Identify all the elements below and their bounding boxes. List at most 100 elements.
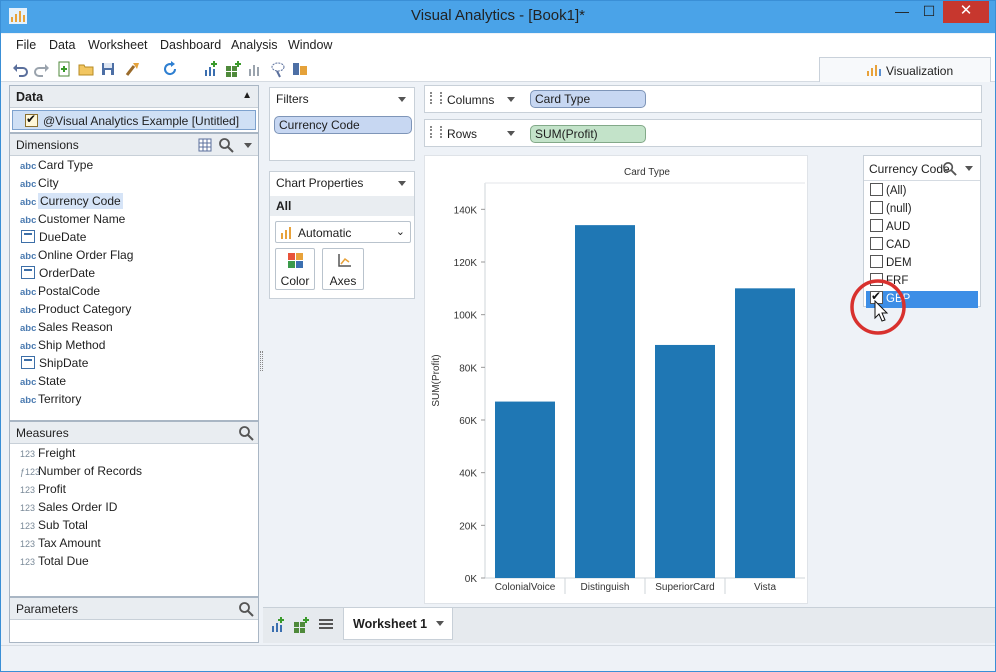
checkbox[interactable]	[870, 219, 883, 232]
marks-all-tab[interactable]: All	[270, 196, 414, 216]
parameters-search-icon[interactable]	[238, 601, 254, 617]
new-sheet-icon[interactable]	[270, 617, 286, 633]
mark-type-select[interactable]: Automatic ⌄	[275, 221, 411, 243]
field-item[interactable]: abc Currency Code	[20, 193, 123, 212]
field-item[interactable]: abc Card Type	[20, 158, 93, 176]
field-label: Total Due	[38, 554, 89, 568]
field-item[interactable]: ShipDate	[20, 356, 88, 374]
maximize-button[interactable]: ☐	[916, 1, 942, 23]
checkbox[interactable]	[870, 255, 883, 268]
currency-option[interactable]: (All)	[870, 183, 906, 199]
x-tick-label: SuperiorCard	[655, 582, 714, 593]
filter-search-icon[interactable]	[942, 161, 957, 176]
x-tick-label: Vista	[754, 582, 776, 593]
y-tick-label: 80K	[459, 363, 477, 374]
new-worksheet-icon[interactable]	[202, 60, 220, 78]
format-brush-icon[interactable]	[124, 60, 142, 78]
chart-icon[interactable]	[246, 60, 264, 78]
undo-icon[interactable]	[11, 60, 29, 78]
measures-title: Measures	[10, 422, 258, 444]
chart-area: Card Type SUM(Profit) 0K 20K 40K 60K 80K 100K 12…	[424, 155, 808, 604]
field-item[interactable]: DueDate	[20, 230, 86, 248]
field-item[interactable]: 123 Tax Amount	[20, 536, 101, 554]
measures-search-icon[interactable]	[238, 425, 254, 441]
field-item[interactable]: 123 Freight	[20, 446, 75, 464]
menu-analysis[interactable]: Analysis	[231, 38, 278, 52]
color-button[interactable]: Color	[275, 248, 315, 290]
menu-worksheet[interactable]: Worksheet	[88, 38, 148, 52]
string-type-icon: abc	[20, 215, 37, 226]
table-view-icon[interactable]	[198, 138, 212, 152]
mouse-cursor-icon	[874, 300, 889, 322]
field-label: Card Type	[38, 158, 94, 172]
field-item[interactable]: abc Ship Method	[20, 338, 105, 356]
filters-menu-arrow[interactable]	[398, 97, 406, 102]
refresh-icon[interactable]	[161, 60, 179, 78]
open-folder-icon[interactable]	[77, 60, 95, 78]
worksheet-tab-arrow[interactable]	[436, 621, 444, 626]
menu-data[interactable]: Data	[49, 38, 75, 52]
columns-pill-card-type[interactable]: Card Type	[530, 90, 646, 108]
search-icon[interactable]	[218, 137, 234, 153]
checkbox[interactable]	[870, 201, 883, 214]
field-item[interactable]: abc City	[20, 176, 59, 194]
columns-dropdown-arrow[interactable]	[507, 97, 515, 102]
field-item[interactable]: 123 Sales Order ID	[20, 500, 117, 518]
x-tick-label: Distinguish	[581, 582, 630, 593]
dimensions-panel: Dimensions abc Card Type abc City abc Currenc…	[9, 133, 259, 421]
save-icon[interactable]	[99, 60, 117, 78]
y-tick-label: 100K	[454, 311, 478, 322]
data-source-item[interactable]: @Visual Analytics Example [Untitled]	[12, 110, 256, 130]
field-item[interactable]: abc State	[20, 374, 66, 392]
sheet-list-icon[interactable]	[318, 618, 334, 632]
rows-shelf[interactable]: Rows SUM(Profit)	[424, 119, 982, 147]
new-dashboard-icon[interactable]	[224, 60, 242, 78]
filter-menu-arrow[interactable]	[965, 166, 973, 171]
data-source-label: @Visual Analytics Example [Untitled]	[43, 114, 240, 128]
lasso-select-icon[interactable]	[269, 60, 287, 78]
visualization-tab[interactable]: Visualization	[819, 57, 991, 82]
dimensions-menu-arrow[interactable]	[244, 143, 252, 148]
new-dashboard-tab-icon[interactable]	[293, 617, 309, 633]
sort-arrows-icon[interactable]: ▲	[242, 90, 252, 101]
field-item[interactable]: 123 Total Due	[20, 554, 89, 572]
sheet-tab-strip: Worksheet 1	[263, 607, 995, 643]
presentation-icon[interactable]	[291, 60, 309, 78]
field-item[interactable]: OrderDate	[20, 266, 95, 284]
field-item[interactable]: 123 Sub Total	[20, 518, 88, 536]
app-window: Visual Analytics - [Book1]* — ☐ ✕ File D…	[0, 0, 996, 672]
filters-title: Filters	[270, 88, 414, 110]
minimize-button[interactable]: —	[889, 1, 915, 23]
new-icon[interactable]	[55, 60, 73, 78]
rows-pill-sum-profit[interactable]: SUM(Profit)	[530, 125, 646, 143]
menu-file[interactable]: File	[16, 38, 36, 52]
data-panel-title: Data	[10, 86, 258, 108]
field-item[interactable]: abc Sales Reason	[20, 320, 113, 338]
columns-shelf[interactable]: Columns Card Type	[424, 85, 982, 113]
worksheet-tab[interactable]: Worksheet 1	[343, 608, 453, 640]
currency-option[interactable]: CAD	[870, 237, 910, 253]
currency-option[interactable]: DEM	[870, 255, 912, 271]
field-item[interactable]: abc Product Category	[20, 302, 131, 320]
field-item[interactable]: 123 Profit	[20, 482, 66, 500]
filter-pill-currency-code[interactable]: Currency Code	[274, 116, 412, 134]
checkbox[interactable]	[870, 237, 883, 250]
field-item[interactable]: abc Customer Name	[20, 212, 125, 230]
checkbox[interactable]	[870, 183, 883, 196]
axes-button[interactable]: Axes	[322, 248, 364, 290]
field-item[interactable]: abc PostalCode	[20, 284, 100, 302]
close-button[interactable]: ✕	[943, 1, 989, 23]
field-item[interactable]: abc Territory	[20, 392, 81, 410]
rows-dropdown-arrow[interactable]	[507, 131, 515, 136]
menu-dashboard[interactable]: Dashboard	[160, 38, 221, 52]
field-item[interactable]: abc Online Order Flag	[20, 248, 133, 266]
field-item[interactable]: ƒ123Number of Records	[20, 464, 142, 482]
number-type-icon: 123	[20, 449, 36, 459]
currency-option[interactable]: (null)	[870, 201, 912, 217]
bar	[575, 225, 635, 578]
currency-option[interactable]: AUD	[870, 219, 910, 235]
panel-splitter[interactable]	[260, 351, 263, 371]
chart-properties-menu-arrow[interactable]	[398, 181, 406, 186]
redo-icon[interactable]	[33, 60, 51, 78]
menu-window[interactable]: Window	[288, 38, 332, 52]
